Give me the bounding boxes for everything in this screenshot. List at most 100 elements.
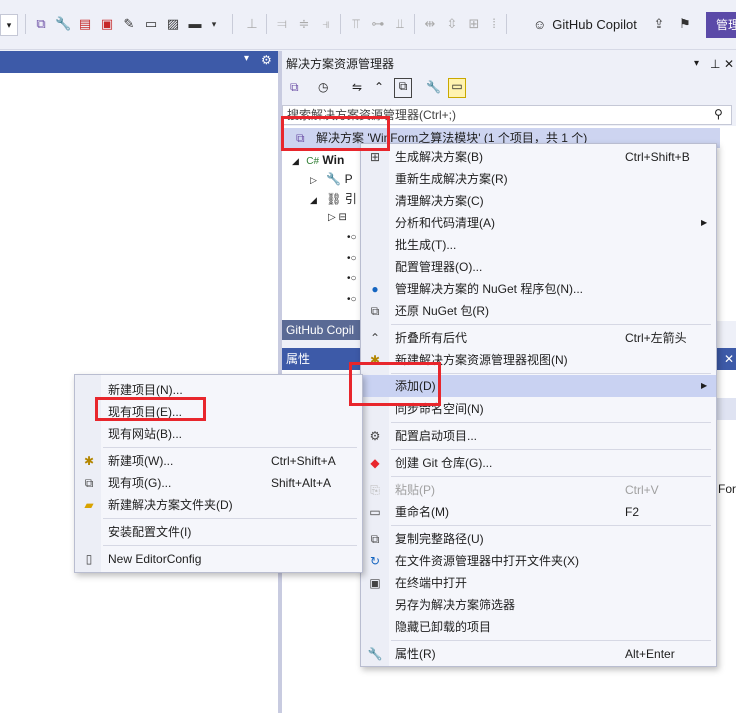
menu-item-properties[interactable]: 🔧 属性(R) Alt+Enter (361, 643, 716, 665)
menu-item-build[interactable]: ⊞ 生成解决方案(B) Ctrl+Shift+B (361, 146, 716, 168)
menu-item-new-solution-folder[interactable]: ▰ 新建解决方案文件夹(D) (75, 494, 362, 516)
properties-title: 属性 (286, 352, 311, 366)
git-icon: ◆ (370, 456, 380, 470)
menu-item-label: 批生成(T)... (395, 238, 457, 252)
terminal-icon: ▣ (369, 576, 381, 590)
form-icon[interactable]: ▤ (77, 16, 93, 32)
align-icon[interactable]: ⊥ (244, 16, 260, 32)
properties-row (716, 398, 736, 420)
menu-item-create-git[interactable]: ◆ 创建 Git 仓库(G)... (361, 452, 716, 474)
menu-item-manage-nuget[interactable]: ● 管理解决方案的 NuGet 程序包(N)... (361, 278, 716, 300)
size-icon[interactable]: ⊞ (466, 16, 482, 32)
menu-item-copy-full-path[interactable]: ⧉ 复制完整路径(U) (361, 528, 716, 550)
menu-item-save-filter[interactable]: 另存为解决方案筛选器 (361, 594, 716, 616)
menu-item-label: 分析和代码清理(A) (395, 216, 495, 230)
tree-label: Win (322, 153, 345, 167)
menu-separator (391, 525, 711, 526)
align-center-icon[interactable]: ≑ (296, 16, 312, 32)
solution-explorer-title: 解决方案资源管理器 (286, 57, 395, 71)
align-left-icon[interactable]: ⫤ (274, 16, 290, 32)
github-copilot-button[interactable]: ☺ GitHub Copilot (533, 14, 637, 36)
menu-item-new-item[interactable]: ✱ 新建项(W)... Ctrl+Shift+A (75, 450, 362, 472)
property-value: For (718, 482, 736, 496)
align-bottom-icon[interactable]: ⫫ (392, 16, 408, 32)
menu-item-label: 还原 NuGet 包(R) (395, 304, 490, 318)
expand-icon: ▷ (310, 175, 317, 185)
preview-icon[interactable]: ▭ (448, 78, 466, 98)
config-dropdown[interactable]: ▾ (0, 14, 18, 36)
folder-icon: ▰ (84, 498, 94, 512)
menu-item-hide-unloaded[interactable]: 隐藏已卸载的项目 (361, 616, 716, 638)
menu-item-install-config[interactable]: 安装配置文件(I) (75, 521, 362, 543)
align-top-icon[interactable]: ⫪ (348, 16, 364, 32)
menu-item-paste[interactable]: ⎘ 粘贴(P) Ctrl+V (361, 479, 716, 501)
spacing-icon[interactable]: ⇹ (422, 16, 438, 32)
vertical-spacing-icon[interactable]: ⇳ (444, 16, 460, 32)
menu-item-label: 重新生成解决方案(R) (395, 172, 508, 186)
search-icon[interactable]: ⚲ (714, 107, 723, 121)
menu-item-clean[interactable]: 清理解决方案(C) (361, 190, 716, 212)
feedback-icon[interactable]: ⚑ (677, 16, 693, 32)
toolbox-icon[interactable]: ▣ (99, 16, 115, 32)
layout-icon[interactable]: ▬ (187, 16, 203, 32)
chevron-down-icon[interactable]: ▾ (206, 16, 222, 32)
tree-row: •○ (347, 232, 357, 243)
menu-item-label: 新建项(W)... (108, 454, 174, 468)
menu-item-open-terminal[interactable]: ▣ 在终端中打开 (361, 572, 716, 594)
menu-item-label: 在文件资源管理器中打开文件夹(X) (395, 554, 579, 568)
history-icon[interactable]: ◷ (318, 80, 328, 94)
menu-item-open-folder[interactable]: ↻ 在文件资源管理器中打开文件夹(X) (361, 550, 716, 572)
window-icon[interactable]: ▭ (143, 16, 159, 32)
menu-item-collapse-all[interactable]: ⌃ 折叠所有后代 Ctrl+左箭头 (361, 327, 716, 349)
menu-item-label: New EditorConfig (108, 552, 202, 566)
menu-item-restore-nuget[interactable]: ⧉ 还原 NuGet 包(R) (361, 300, 716, 322)
close-icon[interactable]: ✕ (724, 348, 734, 370)
switch-views-icon[interactable]: ⧉ (290, 80, 299, 95)
image-icon[interactable]: ▨ (165, 16, 181, 32)
wrench-icon[interactable]: 🔧 (426, 80, 441, 94)
vs-icon[interactable]: ⧉ (33, 16, 49, 32)
pin-icon[interactable]: ⊥ (710, 53, 720, 75)
show-all-files-icon[interactable]: ⧉ (394, 78, 412, 98)
menu-item-shortcut: Ctrl+Shift+A (271, 454, 336, 468)
copilot-tab[interactable]: GitHub Copil (282, 320, 362, 340)
menu-item-shortcut: Ctrl+左箭头 (625, 331, 687, 345)
wrench-icon[interactable]: 🔧 (55, 16, 71, 32)
menu-item-existing-item[interactable]: ⧉ 现有项(G)... Shift+Alt+A (75, 472, 362, 494)
tree-row: •○ (347, 273, 357, 284)
chevron-down-icon[interactable]: ▾ (244, 53, 249, 64)
grid-icon[interactable]: ⁞ (486, 16, 502, 32)
menu-item-analyze[interactable]: 分析和代码清理(A) ▶ (361, 212, 716, 234)
menu-item-label: 隐藏已卸载的项目 (395, 620, 492, 634)
build-icon: ⊞ (369, 150, 381, 164)
collapse-icon[interactable]: ⌃ (374, 80, 384, 94)
menu-item-label: 生成解决方案(B) (395, 150, 483, 164)
menu-item-config-manager[interactable]: 配置管理器(O)... (361, 256, 716, 278)
align-middle-icon[interactable]: ⊶ (370, 16, 386, 32)
align-right-icon[interactable]: ⫣ (318, 16, 334, 32)
tree-row[interactable]: ▷ 🔧 P (310, 168, 353, 190)
gear-icon[interactable]: ⚙ (261, 53, 272, 67)
sync-icon[interactable]: ⇋ (352, 80, 362, 94)
manage-button[interactable]: 管理 (706, 12, 736, 38)
rename-icon: ▭ (369, 505, 381, 519)
menu-item-label: 清理解决方案(C) (395, 194, 484, 208)
menu-item-batch-build[interactable]: 批生成(T)... (361, 234, 716, 256)
menu-item-startup-projects[interactable]: ⚙ 配置启动项目... (361, 425, 716, 447)
toolbar-separator (266, 14, 267, 34)
close-icon[interactable]: ✕ (724, 53, 734, 75)
submenu-arrow-icon: ▶ (701, 381, 708, 390)
expand-icon: ◢ (292, 156, 299, 166)
tools-icon[interactable]: ✎ (121, 16, 137, 32)
menu-item-label: 配置启动项目... (395, 429, 478, 443)
toolbar-separator (25, 14, 26, 34)
menu-item-rebuild[interactable]: 重新生成解决方案(R) (361, 168, 716, 190)
references-icon: ⛓ (326, 192, 342, 206)
tree-row[interactable]: ▷ ⊟ (328, 207, 347, 229)
menu-item-rename[interactable]: ▭ 重命名(M) F2 (361, 501, 716, 523)
menu-item-new-editorconfig[interactable]: ▯ New EditorConfig (75, 548, 362, 570)
chevron-down-icon[interactable]: ▾ (694, 53, 699, 75)
menu-item-existing-website[interactable]: 现有网站(B)... (75, 423, 362, 445)
highlight-solution-node (281, 116, 390, 151)
share-icon[interactable]: ⇪ (651, 16, 667, 32)
